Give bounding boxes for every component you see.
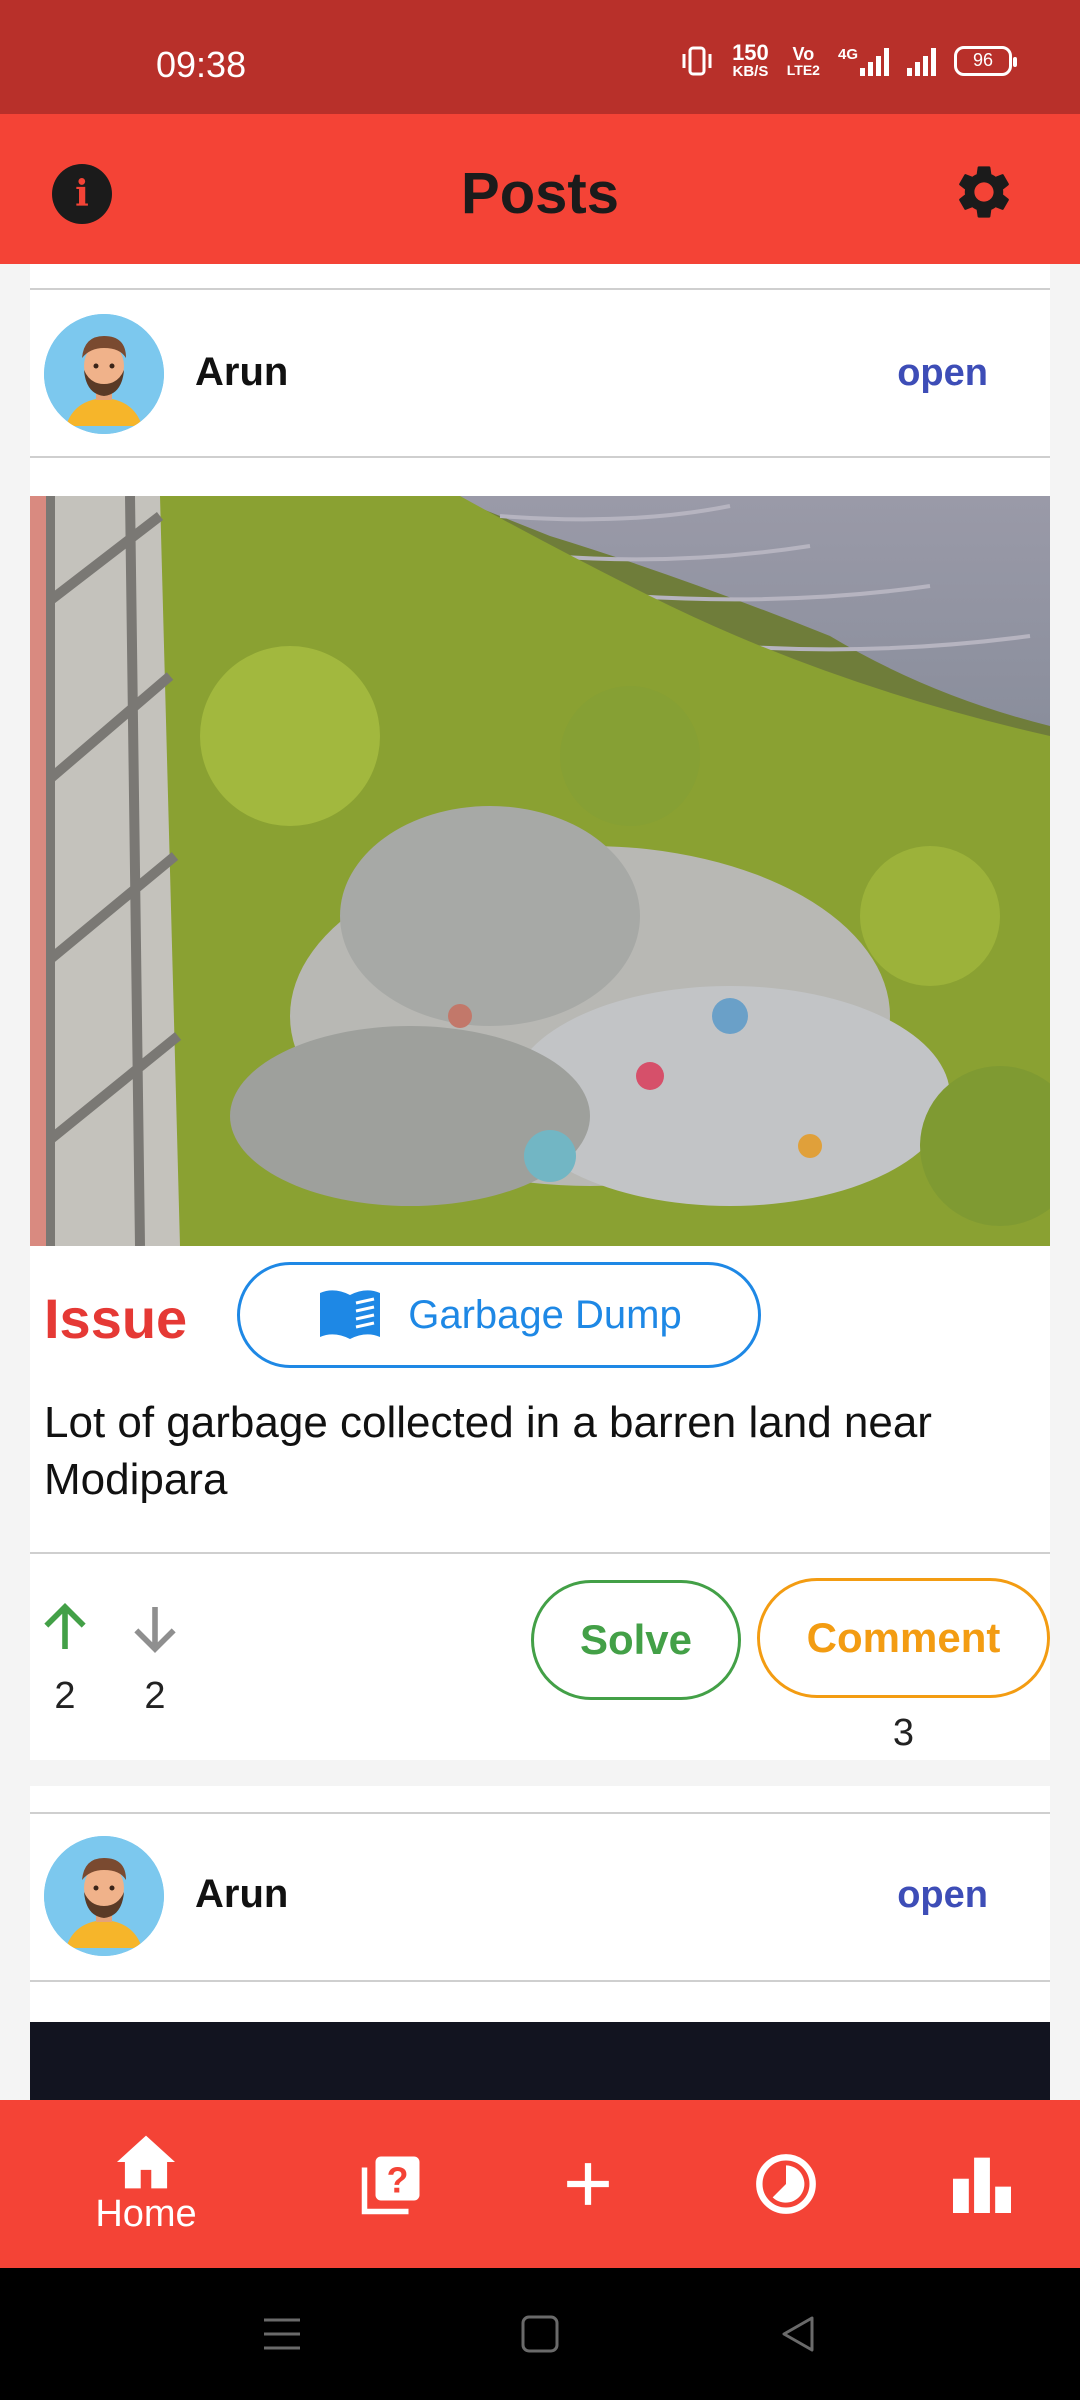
comment-count: 3 xyxy=(892,1712,915,1754)
nav-stats[interactable] xyxy=(902,2100,1062,2268)
svg-text:?: ? xyxy=(387,2160,409,2200)
home-icon xyxy=(117,2135,175,2188)
status-time: 09:38 xyxy=(156,44,247,85)
gear-icon[interactable] xyxy=(952,160,1016,224)
upvote-count: 2 xyxy=(54,1675,76,1717)
battery-level: 96 xyxy=(972,50,994,70)
vibrate-icon xyxy=(682,46,712,75)
status-icons: 150 KB/S Vo LTE2 4G 96 xyxy=(680,40,1017,80)
book-icon xyxy=(320,1290,381,1339)
post-status: open xyxy=(897,352,988,394)
signal-bars-1-icon xyxy=(860,46,889,76)
post-description: Lot of garbage collected in a barren lan… xyxy=(44,1398,932,1504)
bottom-navigation: Home ? xyxy=(0,2100,1080,2268)
menu-icon[interactable] xyxy=(262,2316,302,2352)
plus-icon xyxy=(567,2163,609,2205)
upvote-control: 2 xyxy=(30,1600,100,1718)
bar-chart-icon xyxy=(953,2157,1011,2213)
divider xyxy=(30,1812,1050,1814)
avatar[interactable] xyxy=(44,1836,164,1956)
signal-sim1: 4G xyxy=(838,46,889,76)
post-type-label: Issue xyxy=(44,1287,188,1350)
signal-bars-2-icon xyxy=(907,46,936,76)
divider xyxy=(30,288,1050,290)
nav-home[interactable]: Home xyxy=(66,2100,226,2268)
user-avatar-icon xyxy=(44,1836,164,1956)
downvote-control: 2 xyxy=(120,1600,190,1718)
volte-line2: LTE2 xyxy=(786,61,820,78)
question-icon: ? xyxy=(361,2156,420,2215)
net-speed-unit: KB/S xyxy=(732,63,769,80)
post-card[interactable]: Arun open xyxy=(30,264,1050,1760)
arrow-up-icon[interactable] xyxy=(37,1600,93,1656)
avatar[interactable] xyxy=(44,314,164,434)
status-bar: 09:38 150 KB/S Vo LTE2 4G 96 xyxy=(0,0,1080,114)
divider xyxy=(30,1980,1050,1982)
comment-button[interactable]: Comment xyxy=(757,1578,1050,1698)
system-navigation-bar xyxy=(0,2268,1080,2400)
category-label: Garbage Dump xyxy=(408,1292,682,1337)
volte-indicator: Vo LTE2 xyxy=(787,45,820,77)
net-speed: 150 KB/S xyxy=(732,40,769,80)
divider xyxy=(30,1552,1050,1554)
post-card[interactable]: Arun open xyxy=(30,1786,1050,2100)
battery-icon: 96 xyxy=(954,45,1017,76)
post-photo[interactable] xyxy=(30,2022,1050,2100)
home-square-icon[interactable] xyxy=(520,2314,560,2354)
network-type: 4G xyxy=(837,45,858,63)
post-username[interactable]: Arun xyxy=(195,350,288,395)
arrow-down-icon[interactable] xyxy=(127,1600,183,1656)
category-chip[interactable]: Garbage Dump xyxy=(237,1262,761,1368)
volte-line1: Vo xyxy=(792,43,815,64)
app-bar: i Posts xyxy=(0,114,1080,264)
divider xyxy=(30,456,1050,458)
page-title: Posts xyxy=(461,161,619,226)
downvote-count: 2 xyxy=(144,1675,166,1717)
user-avatar-icon xyxy=(44,314,164,434)
solve-button[interactable]: Solve xyxy=(531,1580,741,1700)
timer-icon xyxy=(756,2154,816,2214)
back-icon[interactable] xyxy=(778,2314,818,2354)
post-username[interactable]: Arun xyxy=(195,1872,288,1917)
post-status: open xyxy=(897,1874,988,1916)
net-speed-value: 150 xyxy=(732,40,769,65)
nav-timer[interactable] xyxy=(706,2100,866,2268)
nav-add-post[interactable] xyxy=(508,2100,668,2268)
nav-home-label: Home xyxy=(95,2192,197,2235)
post-photo[interactable] xyxy=(30,496,1050,1246)
nav-questions[interactable]: ? xyxy=(312,2100,472,2268)
post-feed[interactable]: Arun open Issue Garbage Dump Lot of garb… xyxy=(0,264,1080,2100)
